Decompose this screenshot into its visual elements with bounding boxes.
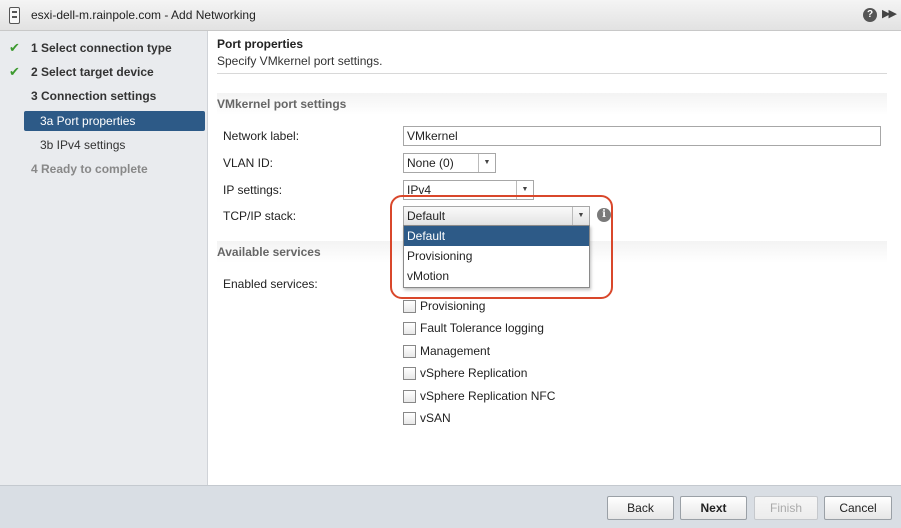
service-label: Management: [420, 344, 491, 358]
finish-button: Finish: [754, 496, 818, 520]
vlan-id-label: VLAN ID:: [223, 156, 274, 170]
back-button[interactable]: Back: [607, 496, 674, 520]
host-icon: [9, 7, 20, 24]
step-select-target-device[interactable]: ✔ 2 Select target device: [0, 61, 208, 83]
ip-settings-select[interactable]: IPv4 ▼: [403, 180, 534, 200]
step-label: 3a Port properties: [40, 114, 136, 128]
cancel-button[interactable]: Cancel: [824, 496, 892, 520]
step-ipv4-settings[interactable]: 3b IPv4 settings: [24, 134, 205, 156]
checkbox[interactable]: [403, 367, 416, 380]
divider: [217, 73, 887, 74]
dropdown-option-vmotion[interactable]: vMotion: [404, 266, 589, 286]
checkbox[interactable]: [403, 300, 416, 313]
check-icon: ✔: [9, 40, 20, 55]
next-button[interactable]: Next: [680, 496, 747, 520]
vlan-id-select[interactable]: None (0) ▼: [403, 153, 496, 173]
checkbox[interactable]: [403, 412, 416, 425]
tcpip-stack-label: TCP/IP stack:: [223, 209, 297, 223]
chevron-down-icon[interactable]: ▼: [478, 154, 495, 172]
network-label-input[interactable]: VMkernel: [403, 126, 881, 146]
section-title: Available services: [217, 245, 321, 259]
main-panel: Port properties Specify VMkernel port se…: [209, 31, 901, 485]
window-title: esxi-dell-m.rainpole.com - Add Networkin…: [31, 8, 256, 22]
title-bar: esxi-dell-m.rainpole.com - Add Networkin…: [0, 0, 901, 31]
check-icon: ✔: [9, 64, 20, 79]
network-label-label: Network label:: [223, 129, 300, 143]
enabled-services-label: Enabled services:: [223, 277, 318, 291]
vlan-id-value: None (0): [407, 156, 454, 170]
step-port-properties[interactable]: 3a Port properties: [24, 111, 205, 131]
wizard-steps-sidebar: ✔ 1 Select connection type ✔ 2 Select ta…: [0, 31, 208, 485]
tcpip-stack-value: Default: [407, 209, 446, 223]
expand-icon[interactable]: ▶▶: [882, 7, 897, 20]
chevron-down-icon[interactable]: ▼: [572, 207, 589, 225]
ip-settings-value: IPv4: [407, 183, 432, 197]
help-icon[interactable]: ?: [863, 8, 877, 22]
page-title: Port properties: [217, 37, 304, 51]
tcpip-stack-select[interactable]: Default ▼: [403, 206, 590, 226]
step-label: 2 Select target device: [31, 65, 154, 79]
ip-settings-label: IP settings:: [223, 183, 283, 197]
step-ready-to-complete: 4 Ready to complete: [0, 158, 208, 180]
checkbox[interactable]: [403, 390, 416, 403]
checkbox[interactable]: [403, 345, 416, 358]
info-icon[interactable]: i: [597, 208, 611, 222]
step-label: 3b IPv4 settings: [40, 138, 126, 152]
step-label: 3 Connection settings: [31, 89, 157, 103]
step-connection-settings[interactable]: 3 Connection settings: [0, 85, 208, 107]
step-label: 1 Select connection type: [31, 41, 172, 55]
dropdown-option-provisioning[interactable]: Provisioning: [404, 246, 589, 266]
step-select-connection-type[interactable]: ✔ 1 Select connection type: [0, 37, 208, 59]
page-subtitle: Specify VMkernel port settings.: [217, 54, 383, 68]
service-label: Provisioning: [420, 299, 486, 313]
service-label: vSAN: [420, 411, 451, 425]
vmkernel-section-header: VMkernel port settings: [217, 93, 887, 115]
service-label: vSphere Replication: [420, 366, 528, 380]
chevron-down-icon[interactable]: ▼: [516, 181, 533, 199]
step-label: 4 Ready to complete: [31, 162, 148, 176]
tcpip-stack-dropdown: Default Provisioning vMotion: [403, 225, 590, 288]
dropdown-option-default[interactable]: Default: [404, 226, 589, 246]
section-title: VMkernel port settings: [217, 97, 347, 111]
footer-bar: Back Next Finish Cancel: [0, 485, 901, 528]
service-label: vSphere Replication NFC: [420, 389, 556, 403]
service-label: Fault Tolerance logging: [420, 321, 544, 335]
checkbox[interactable]: [403, 322, 416, 335]
